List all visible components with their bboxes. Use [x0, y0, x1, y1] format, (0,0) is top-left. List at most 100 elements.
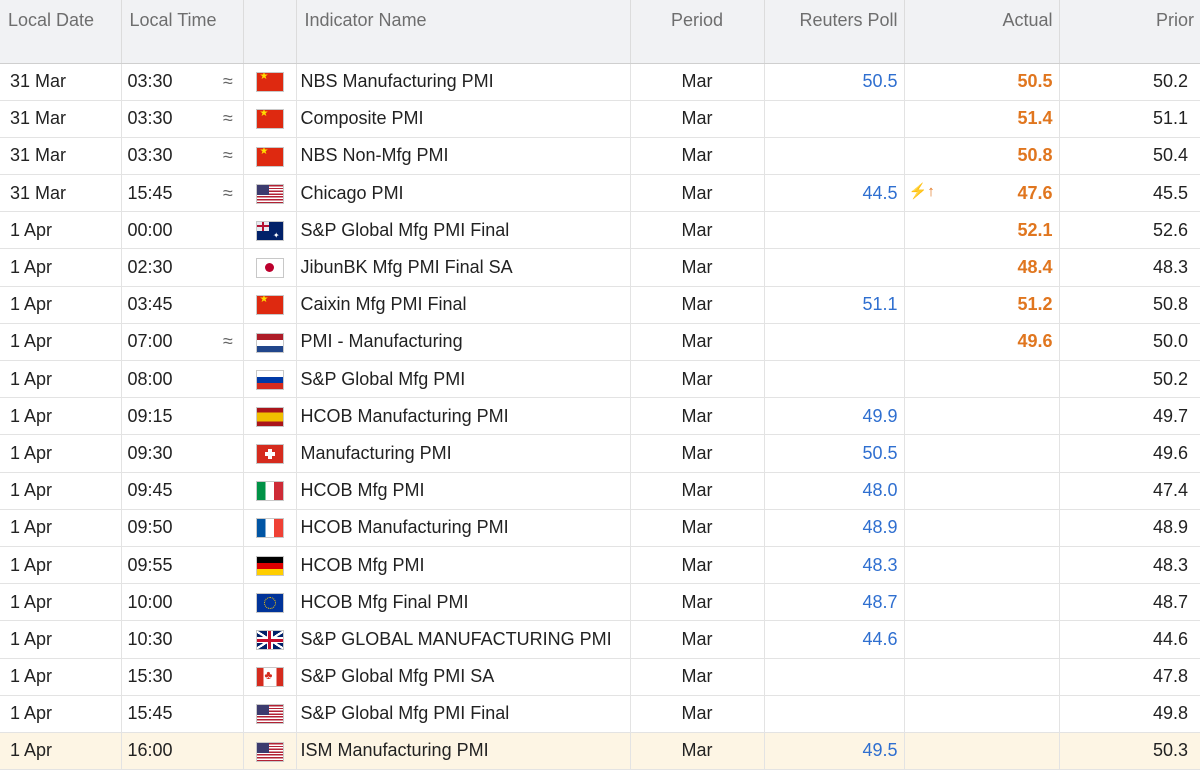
table-row[interactable]: 1 Apr 02:30 JibunBK Mfg PMI Final SA Mar 48.… — [0, 248, 1200, 287]
row-indicator-name[interactable]: HCOB Mfg Final PMI — [296, 583, 631, 622]
row-reuters-poll — [764, 695, 905, 733]
row-reuters-poll: 49.9 — [764, 397, 905, 436]
table-row[interactable]: 1 Apr15:30 S&P Global Mfg PMI SAMar 47.8 — [0, 658, 1200, 696]
row-date: 1 Apr — [0, 323, 122, 362]
row-reuters-poll: 51.1 — [764, 286, 905, 324]
row-period: Mar — [630, 509, 765, 547]
row-actual-value: 51.4 — [1017, 108, 1053, 129]
row-indicator-name[interactable]: NBS Manufacturing PMI — [296, 63, 631, 101]
country-flag-cell — [243, 695, 297, 733]
row-actual-value: 51.2 — [1017, 294, 1053, 315]
row-prior: 50.0 — [1059, 323, 1200, 362]
row-date: 31 Mar — [0, 137, 122, 176]
table-row[interactable]: 1 Apr 10:00 HCOB Mfg Final PMI Mar 48.7 48.7 — [0, 583, 1200, 622]
nl-flag-icon — [255, 332, 284, 353]
row-prior: 50.8 — [1059, 286, 1200, 324]
table-row[interactable]: 1 Apr03:45 Caixin Mfg PMI FinalMar51.1 51.… — [0, 286, 1200, 324]
row-actual — [904, 658, 1060, 696]
table-row[interactable]: 31 Mar 15:45 ≈ Chicago PMI Mar 44.5 ⚡↑ 47.6 45.5 — [0, 174, 1200, 213]
row-prior: 50.2 — [1059, 63, 1200, 101]
row-indicator-name[interactable]: PMI - Manufacturing — [296, 323, 631, 362]
table-row[interactable]: 31 Mar03:30≈NBS Manufacturing PMIMar50.5… — [0, 63, 1200, 101]
row-time: 09:45 — [121, 472, 213, 510]
cn-flag-icon — [255, 295, 284, 316]
approximate-indicator-icon — [213, 248, 244, 287]
table-row[interactable]: 1 Apr 09:15 HCOB Manufacturing PMI Mar 49.9 4… — [0, 397, 1200, 436]
row-time: 09:50 — [121, 509, 213, 547]
country-flag-cell — [243, 360, 297, 399]
row-prior: 50.2 — [1059, 360, 1200, 399]
row-date: 1 Apr — [0, 286, 122, 324]
row-reuters-poll: 48.3 — [764, 546, 905, 585]
row-actual-value: 50.8 — [1017, 145, 1053, 166]
table-row[interactable]: 1 Apr 10:30 S&P GLOBAL MANUFACTURING PMI Ma… — [0, 620, 1200, 659]
header-flag — [243, 0, 297, 64]
table-row[interactable]: 1 Apr 16:00 ISM Manufacturing PMI Mar 49.5 50… — [0, 732, 1200, 771]
row-date: 1 Apr — [0, 211, 122, 250]
us-flag-icon — [255, 183, 284, 204]
country-flag-cell — [243, 583, 297, 622]
approximate-indicator-icon — [213, 546, 244, 585]
row-prior: 48.3 — [1059, 248, 1200, 287]
row-actual: 50.5 — [904, 63, 1060, 101]
row-indicator-name[interactable]: Chicago PMI — [296, 174, 631, 213]
header-period[interactable]: Period — [630, 0, 765, 64]
table-row[interactable]: 1 Apr 09:50 HCOB Manufacturing PMI Mar 48.9 4… — [0, 509, 1200, 547]
row-indicator-name[interactable]: NBS Non-Mfg PMI — [296, 137, 631, 176]
row-indicator-name[interactable]: HCOB Manufacturing PMI — [296, 509, 631, 547]
row-actual — [904, 434, 1060, 473]
row-time: 10:30 — [121, 620, 213, 659]
header-prior[interactable]: Prior — [1059, 0, 1200, 64]
row-indicator-name[interactable]: JibunBK Mfg PMI Final SA — [296, 248, 631, 287]
row-actual-value: 48.4 — [1017, 257, 1053, 278]
table-row[interactable]: 1 Apr 09:55 HCOB Mfg PMI Mar 48.3 48.3 — [0, 546, 1200, 585]
row-time: 03:30 — [121, 63, 213, 101]
row-indicator-name[interactable]: S&P Global Mfg PMI — [296, 360, 631, 399]
table-row[interactable]: 1 Apr 08:00 S&P Global Mfg PMI Mar 50.2 — [0, 360, 1200, 399]
table-row[interactable]: 1 Apr 09:30 Manufacturing PMI Mar 50.5 49.6 — [0, 434, 1200, 473]
header-local-date[interactable]: Local Date — [0, 0, 122, 64]
row-actual-value: 49.6 — [1017, 331, 1053, 352]
row-actual — [904, 360, 1060, 399]
table-row[interactable]: 1 Apr00:00 S&P Global Mfg PMI FinalMar 52.… — [0, 211, 1200, 250]
row-indicator-name[interactable]: S&P Global Mfg PMI Final — [296, 211, 631, 250]
approximate-indicator-icon: ≈ — [213, 323, 244, 362]
row-reuters-poll — [764, 100, 905, 138]
table-row[interactable]: 1 Apr 09:45 HCOB Mfg PMI Mar 48.0 47.4 — [0, 472, 1200, 510]
table-row[interactable]: 31 Mar03:30≈ Composite PMIMar 51.4 51.1 — [0, 100, 1200, 138]
row-actual — [904, 546, 1060, 585]
row-period: Mar — [630, 323, 765, 362]
table-row[interactable]: 1 Apr 07:00 ≈ PMI - Manufacturing Mar 49.6 50.… — [0, 323, 1200, 362]
row-indicator-name[interactable]: S&P Global Mfg PMI Final — [296, 695, 631, 733]
row-indicator-name[interactable]: HCOB Manufacturing PMI — [296, 397, 631, 436]
header-local-time[interactable]: Local Time — [121, 0, 244, 64]
country-flag-cell — [243, 174, 297, 213]
row-indicator-name[interactable]: Manufacturing PMI — [296, 434, 631, 473]
table-row[interactable]: 1 Apr 15:45 S&P Global Mfg PMI Final Mar 49.… — [0, 695, 1200, 733]
row-indicator-name[interactable]: HCOB Mfg PMI — [296, 472, 631, 510]
approximate-indicator-icon: ≈ — [213, 137, 244, 176]
country-flag-cell — [243, 211, 297, 250]
row-time: 08:00 — [121, 360, 213, 399]
row-actual: 51.2 — [904, 286, 1060, 324]
row-actual: 48.4 — [904, 248, 1060, 287]
row-reuters-poll: 50.5 — [764, 63, 905, 101]
row-actual-value: 52.1 — [1017, 219, 1053, 240]
row-indicator-name[interactable]: Composite PMI — [296, 100, 631, 138]
approximate-indicator-icon — [213, 434, 244, 473]
header-indicator-name[interactable]: Indicator Name — [296, 0, 631, 64]
ca-flag-icon — [255, 667, 284, 688]
approximate-indicator-icon — [213, 397, 244, 436]
row-time: 15:30 — [121, 658, 213, 696]
row-prior: 51.1 — [1059, 100, 1200, 138]
table-row[interactable]: 31 Mar03:30≈ NBS Non-Mfg PMIMar 50.8 50.4 — [0, 137, 1200, 176]
approximate-indicator-icon — [213, 472, 244, 510]
row-indicator-name[interactable]: S&P Global Mfg PMI SA — [296, 658, 631, 696]
row-indicator-name[interactable]: ISM Manufacturing PMI — [296, 732, 631, 771]
row-indicator-name[interactable]: S&P GLOBAL MANUFACTURING PMI — [296, 620, 631, 659]
country-flag-cell — [243, 434, 297, 473]
row-indicator-name[interactable]: Caixin Mfg PMI Final — [296, 286, 631, 324]
header-actual[interactable]: Actual — [904, 0, 1060, 64]
row-indicator-name[interactable]: HCOB Mfg PMI — [296, 546, 631, 585]
header-reuters-poll[interactable]: Reuters Poll — [764, 0, 905, 64]
